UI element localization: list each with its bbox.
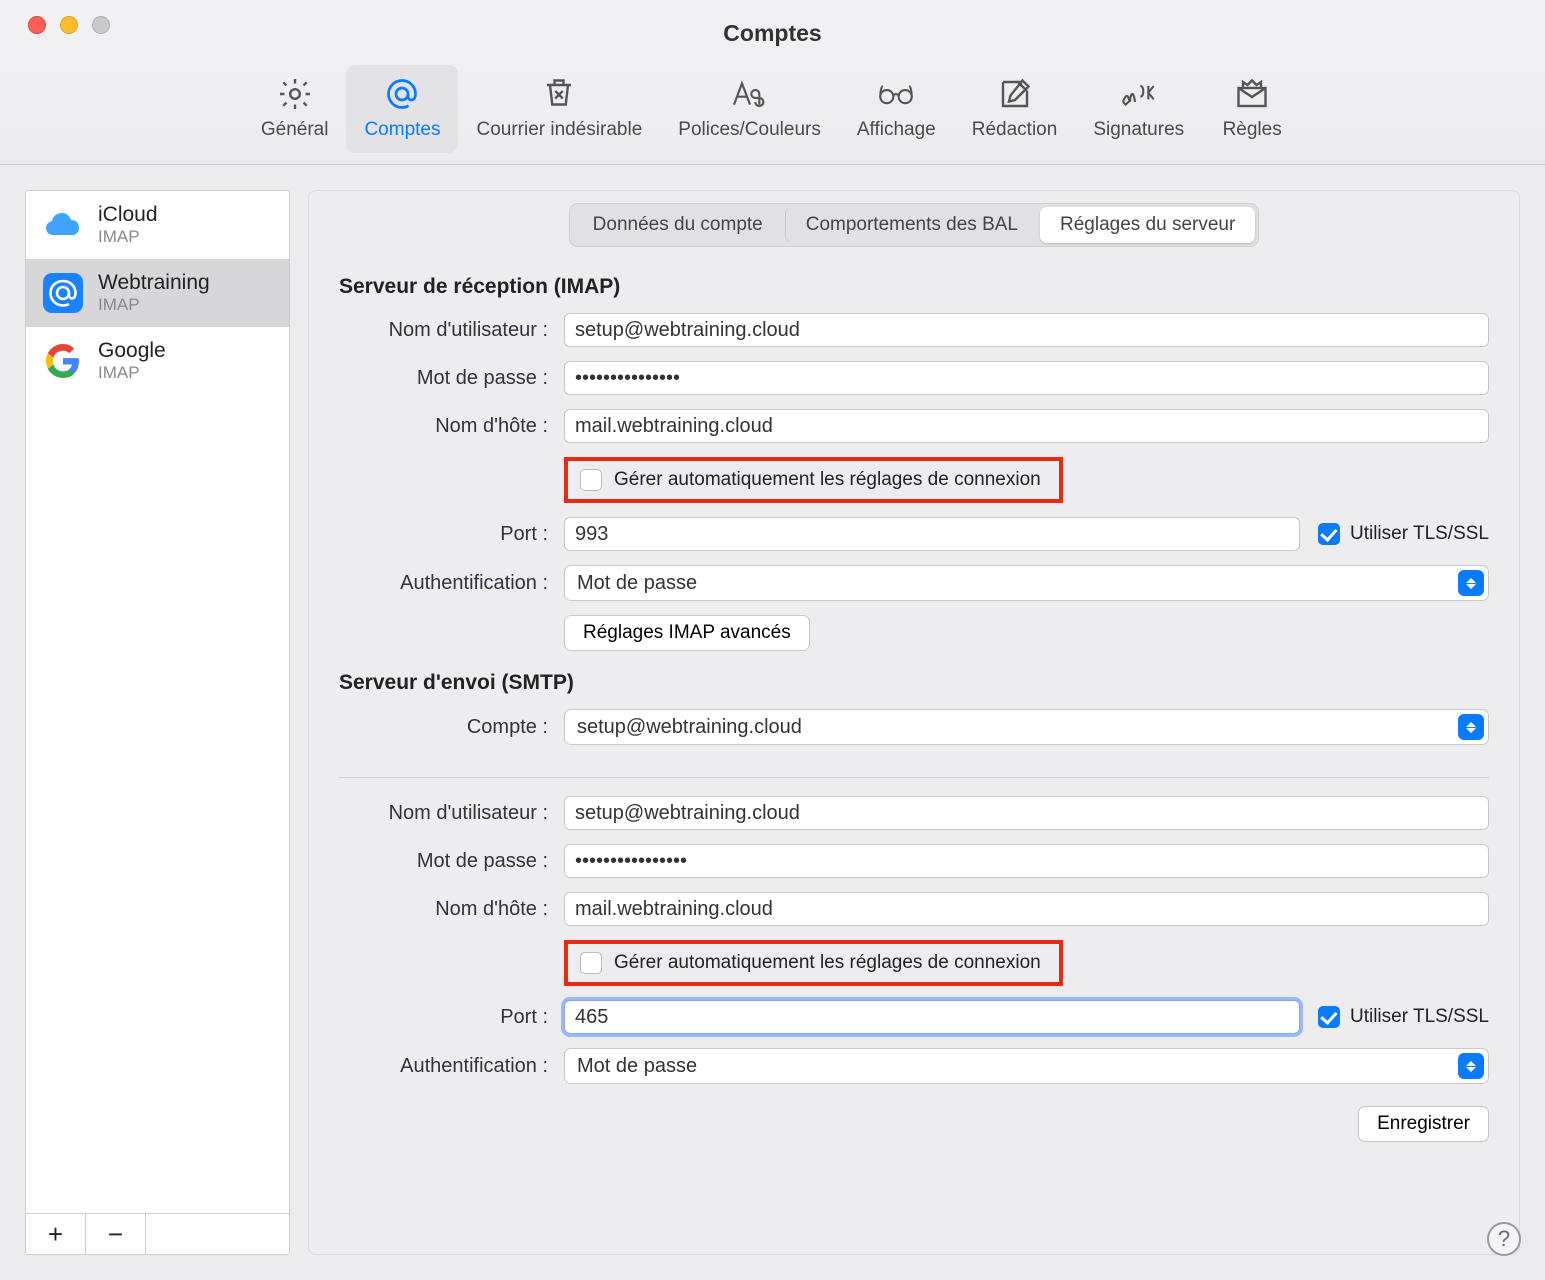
- toolbar-label: Rédaction: [972, 119, 1058, 141]
- toolbar-label: Polices/Couleurs: [678, 119, 821, 141]
- toolbar-accounts[interactable]: Comptes: [346, 65, 458, 153]
- outgoing-account-label: Compte :: [339, 716, 564, 739]
- toolbar-junk[interactable]: Courrier indésirable: [458, 65, 660, 153]
- font-icon: [730, 75, 770, 113]
- outgoing-section-title: Serveur d'envoi (SMTP): [339, 671, 1489, 695]
- outgoing-auto-checkbox[interactable]: [580, 952, 602, 974]
- incoming-password-label: Mot de passe :: [339, 367, 564, 390]
- outgoing-password-input[interactable]: [564, 844, 1489, 878]
- incoming-auto-label: Gérer automatiquement les réglages de co…: [614, 469, 1041, 491]
- incoming-auth-value: Mot de passe: [577, 572, 697, 595]
- remove-account-button[interactable]: −: [86, 1214, 146, 1254]
- toolbar-composing[interactable]: Rédaction: [954, 65, 1076, 153]
- outgoing-auth-select[interactable]: Mot de passe: [564, 1048, 1489, 1084]
- account-name: iCloud: [98, 203, 158, 227]
- account-item-google[interactable]: Google IMAP: [26, 327, 289, 395]
- glasses-icon: [875, 75, 917, 113]
- rules-icon: [1234, 75, 1270, 113]
- advanced-imap-button[interactable]: Réglages IMAP avancés: [564, 615, 810, 651]
- incoming-tls-label: Utiliser TLS/SSL: [1350, 523, 1489, 545]
- chevron-updown-icon: [1458, 570, 1484, 596]
- toolbar-label: Général: [261, 119, 329, 141]
- outgoing-account-value: setup@webtraining.cloud: [577, 716, 802, 739]
- incoming-host-label: Nom d'hôte :: [339, 415, 564, 438]
- incoming-auto-checkbox[interactable]: [580, 469, 602, 491]
- compose-icon: [997, 75, 1033, 113]
- at-icon: [384, 75, 420, 113]
- outgoing-auto-label: Gérer automatiquement les réglages de co…: [614, 952, 1041, 974]
- incoming-port-label: Port :: [339, 523, 564, 546]
- toolbar: Général Comptes Courrier indésirable Pol…: [0, 65, 1545, 153]
- chevron-updown-icon: [1458, 1053, 1484, 1079]
- signature-icon: [1119, 75, 1159, 113]
- at-badge-icon: [42, 272, 84, 314]
- titlebar: Comptes Général Comptes Courrier indésir…: [0, 0, 1545, 165]
- toolbar-label: Comptes: [364, 119, 440, 141]
- account-name: Google: [98, 339, 166, 363]
- incoming-auth-select[interactable]: Mot de passe: [564, 565, 1489, 601]
- outgoing-host-input[interactable]: [564, 892, 1489, 926]
- accounts-list: iCloud IMAP Webtraining IMAP: [26, 191, 289, 1213]
- outgoing-host-label: Nom d'hôte :: [339, 898, 564, 921]
- tab-server-settings[interactable]: Réglages du serveur: [1040, 207, 1255, 243]
- outgoing-auth-value: Mot de passe: [577, 1055, 697, 1078]
- incoming-username-input[interactable]: [564, 313, 1489, 347]
- account-item-icloud[interactable]: iCloud IMAP: [26, 191, 289, 259]
- toolbar-rules[interactable]: Règles: [1202, 65, 1302, 153]
- google-icon: [42, 340, 84, 382]
- save-button[interactable]: Enregistrer: [1358, 1106, 1489, 1142]
- toolbar-label: Signatures: [1093, 119, 1184, 141]
- outgoing-auth-label: Authentification :: [339, 1055, 564, 1078]
- account-protocol: IMAP: [98, 363, 166, 383]
- divider: [339, 777, 1489, 778]
- add-account-button[interactable]: +: [26, 1214, 86, 1254]
- tab-mailbox-behaviors[interactable]: Comportements des BAL: [785, 207, 1038, 243]
- toolbar-label: Courrier indésirable: [476, 119, 642, 141]
- account-item-webtraining[interactable]: Webtraining IMAP: [26, 259, 289, 327]
- incoming-section-title: Serveur de réception (IMAP): [339, 275, 1489, 299]
- incoming-auth-label: Authentification :: [339, 572, 564, 595]
- toolbar-general[interactable]: Général: [243, 65, 347, 153]
- toolbar-label: Affichage: [857, 119, 936, 141]
- segmented-control: Données du compte Comportements des BAL …: [339, 203, 1489, 247]
- tab-account-info[interactable]: Données du compte: [573, 207, 783, 243]
- outgoing-account-select[interactable]: setup@webtraining.cloud: [564, 709, 1489, 745]
- gear-icon: [277, 75, 313, 113]
- sidebar-footer-spacer: [146, 1214, 289, 1254]
- outgoing-password-label: Mot de passe :: [339, 850, 564, 873]
- incoming-tls-checkbox[interactable]: [1318, 523, 1340, 545]
- account-protocol: IMAP: [98, 295, 210, 315]
- accounts-sidebar: iCloud IMAP Webtraining IMAP: [25, 190, 290, 1255]
- incoming-port-input[interactable]: [564, 517, 1300, 551]
- toolbar-label: Règles: [1223, 119, 1282, 141]
- outgoing-tls-checkbox[interactable]: [1318, 1006, 1340, 1028]
- incoming-username-label: Nom d'utilisateur :: [339, 319, 564, 342]
- outgoing-auto-highlight: Gérer automatiquement les réglages de co…: [564, 940, 1063, 986]
- sidebar-footer: + −: [26, 1213, 289, 1254]
- outgoing-tls-label: Utiliser TLS/SSL: [1350, 1006, 1489, 1028]
- icloud-icon: [42, 204, 84, 246]
- help-button[interactable]: ?: [1487, 1222, 1521, 1256]
- account-name: Webtraining: [98, 271, 210, 295]
- content: Données du compte Comportements des BAL …: [308, 190, 1520, 1255]
- account-protocol: IMAP: [98, 227, 158, 247]
- toolbar-viewing[interactable]: Affichage: [839, 65, 954, 153]
- toolbar-fonts[interactable]: Polices/Couleurs: [660, 65, 839, 153]
- incoming-host-input[interactable]: [564, 409, 1489, 443]
- outgoing-username-label: Nom d'utilisateur :: [339, 802, 564, 825]
- toolbar-signatures[interactable]: Signatures: [1075, 65, 1202, 153]
- body: iCloud IMAP Webtraining IMAP: [0, 165, 1545, 1280]
- outgoing-port-input[interactable]: [564, 1000, 1300, 1034]
- outgoing-port-label: Port :: [339, 1006, 564, 1029]
- outgoing-username-input[interactable]: [564, 796, 1489, 830]
- incoming-password-input[interactable]: [564, 361, 1489, 395]
- preferences-window: Comptes Général Comptes Courrier indésir…: [0, 0, 1545, 1280]
- trash-icon: [541, 75, 577, 113]
- incoming-auto-highlight: Gérer automatiquement les réglages de co…: [564, 457, 1063, 503]
- chevron-updown-icon: [1458, 714, 1484, 740]
- window-title: Comptes: [0, 20, 1545, 47]
